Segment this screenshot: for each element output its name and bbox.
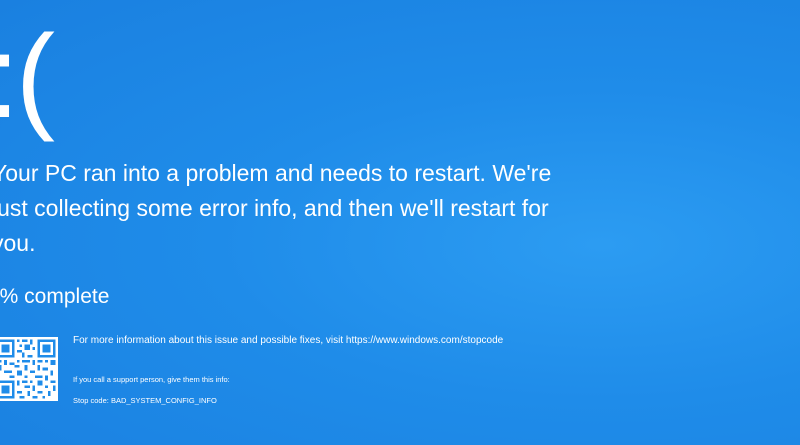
- more-info-text: For more information about this issue an…: [73, 335, 504, 346]
- sad-face-emoticon: :(: [0, 11, 55, 143]
- progress-text: 0% complete: [0, 285, 110, 308]
- info-block: For more information about this issue an…: [73, 334, 633, 417]
- error-message: Your PC ran into a problem and needs to …: [0, 160, 552, 256]
- stop-code: Stop code: BAD_SYSTEM_CONFIG_INFO: [73, 396, 217, 405]
- qr-code-icon: [0, 337, 58, 401]
- support-text: If you call a support person, give them …: [73, 375, 230, 384]
- bsod-screen: :( Your PC ran into a problem and needs …: [0, 0, 800, 445]
